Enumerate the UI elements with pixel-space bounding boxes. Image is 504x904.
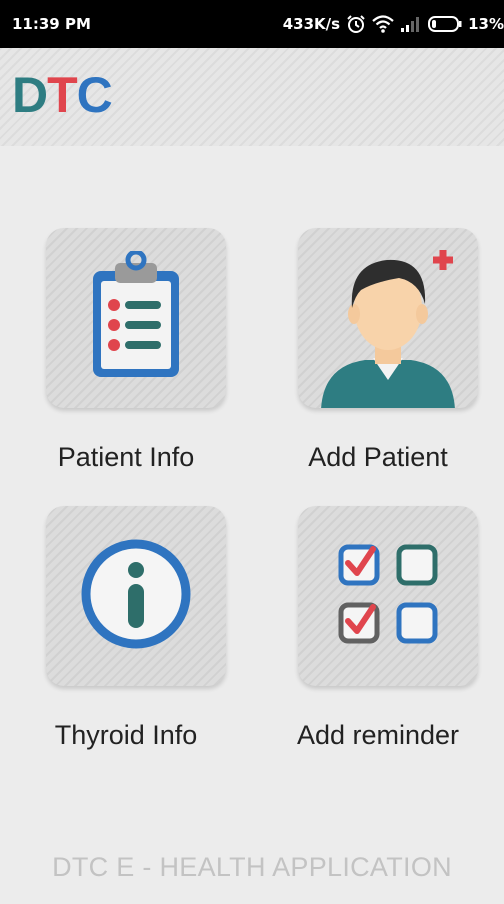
logo-letter-c: C xyxy=(76,67,113,123)
battery-percent: 13% xyxy=(468,15,504,33)
doctor-avatar-icon xyxy=(303,238,473,408)
status-time: 11:39 PM xyxy=(12,15,91,33)
wifi-icon xyxy=(372,15,394,33)
patient-info-label: Patient Info xyxy=(57,442,195,472)
add-reminder-label: Add reminder xyxy=(296,720,460,750)
status-icons: 433K/s 13% xyxy=(283,14,504,34)
add-patient-label: Add Patient xyxy=(308,442,448,472)
add-reminder-button[interactable] xyxy=(298,506,478,686)
clipboard-icon xyxy=(81,249,191,385)
thyroid-info-label: Thyroid Info xyxy=(54,720,198,750)
main-content: Patient Info Add Patient Thyroid Info Ad… xyxy=(0,146,504,904)
footer-text: DTC E - HEALTH APPLICATION xyxy=(52,852,452,882)
status-bar: 11:39 PM 433K/s 13% xyxy=(0,0,504,48)
patient-info-button[interactable] xyxy=(46,228,226,408)
add-patient-button[interactable] xyxy=(298,228,478,408)
app-bar: DTC xyxy=(0,48,504,146)
logo-letter-t: T xyxy=(47,67,78,123)
alarm-icon xyxy=(346,14,366,34)
signal-icon xyxy=(400,15,422,33)
checklist-icon xyxy=(333,539,443,653)
net-speed: 433K/s xyxy=(282,15,341,33)
thyroid-info-button[interactable] xyxy=(46,506,226,686)
logo-letter-d: D xyxy=(12,67,48,123)
info-icon xyxy=(80,538,192,654)
battery-icon xyxy=(428,15,462,33)
app-logo: DTC xyxy=(12,67,113,123)
